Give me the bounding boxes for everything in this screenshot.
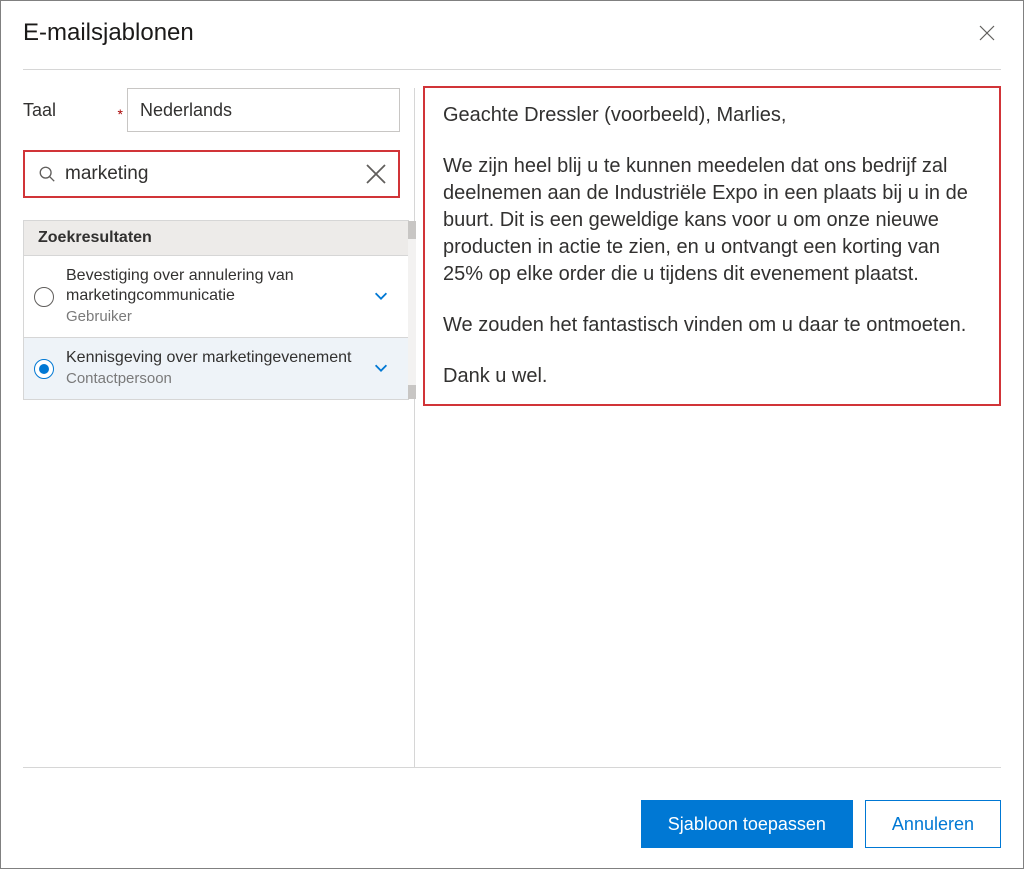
chevron-down-icon <box>372 359 390 377</box>
dialog-body: Taal * Nederlands <box>23 70 1001 768</box>
results-header: Zoekresultaten <box>24 221 408 255</box>
result-item[interactable]: Bevestiging over annulering van marketin… <box>24 255 408 337</box>
preview-paragraph: Geachte Dressler (voorbeeld), Marlies, <box>443 102 981 129</box>
dialog-header: E-mailsjablonen <box>23 19 1001 70</box>
search-input[interactable] <box>59 163 364 185</box>
radio-unselected-icon[interactable] <box>34 287 54 307</box>
language-label: Taal * <box>23 100 127 121</box>
result-title: Bevestiging over annulering van marketin… <box>66 266 356 306</box>
scrollbar-thumb[interactable] <box>408 385 416 399</box>
apply-template-button[interactable]: Sjabloon toepassen <box>641 800 853 848</box>
radio-selected-icon[interactable] <box>34 359 54 379</box>
expand-button[interactable] <box>368 355 394 381</box>
scrollbar-thumb[interactable] <box>408 221 416 239</box>
clear-icon <box>364 162 388 186</box>
expand-button[interactable] <box>368 283 394 309</box>
scrollbar[interactable] <box>408 221 416 399</box>
language-value: Nederlands <box>140 100 232 121</box>
result-title: Kennisgeving over marketingevenement <box>66 348 356 368</box>
result-text: Bevestiging over annulering van marketin… <box>66 266 356 325</box>
left-pane: Taal * Nederlands <box>23 88 415 767</box>
cancel-button[interactable]: Annuleren <box>865 800 1001 848</box>
preview-paragraph: We zouden het fantastisch vinden om u da… <box>443 312 981 339</box>
clear-search-button[interactable] <box>364 162 388 186</box>
dialog-footer: Sjabloon toepassen Annuleren <box>23 768 1001 852</box>
close-button[interactable] <box>973 19 1001 47</box>
template-preview: Geachte Dressler (voorbeeld), Marlies, W… <box>423 86 1001 406</box>
email-templates-dialog: E-mailsjablonen Taal * Nederlands <box>0 0 1024 869</box>
chevron-down-icon <box>372 287 390 305</box>
result-subtitle: Gebruiker <box>66 308 356 325</box>
result-item[interactable]: Kennisgeving over marketingevenement Con… <box>24 337 408 399</box>
results-panel: Zoekresultaten Bevestiging over annuleri… <box>23 220 409 400</box>
language-label-text: Taal <box>23 100 56 120</box>
result-subtitle: Contactpersoon <box>66 370 356 387</box>
close-icon <box>979 25 995 41</box>
language-field: Taal * Nederlands <box>23 88 414 132</box>
search-icon <box>35 162 59 186</box>
dialog-title: E-mailsjablonen <box>23 19 194 47</box>
preview-paragraph: We zijn heel blij u te kunnen meedelen d… <box>443 153 981 288</box>
result-text: Kennisgeving over marketingevenement Con… <box>66 348 356 387</box>
language-select[interactable]: Nederlands <box>127 88 400 132</box>
required-star-icon: * <box>118 106 123 122</box>
preview-pane: Geachte Dressler (voorbeeld), Marlies, W… <box>415 88 1001 767</box>
search-box <box>23 150 400 198</box>
preview-paragraph: Dank u wel. <box>443 363 981 390</box>
